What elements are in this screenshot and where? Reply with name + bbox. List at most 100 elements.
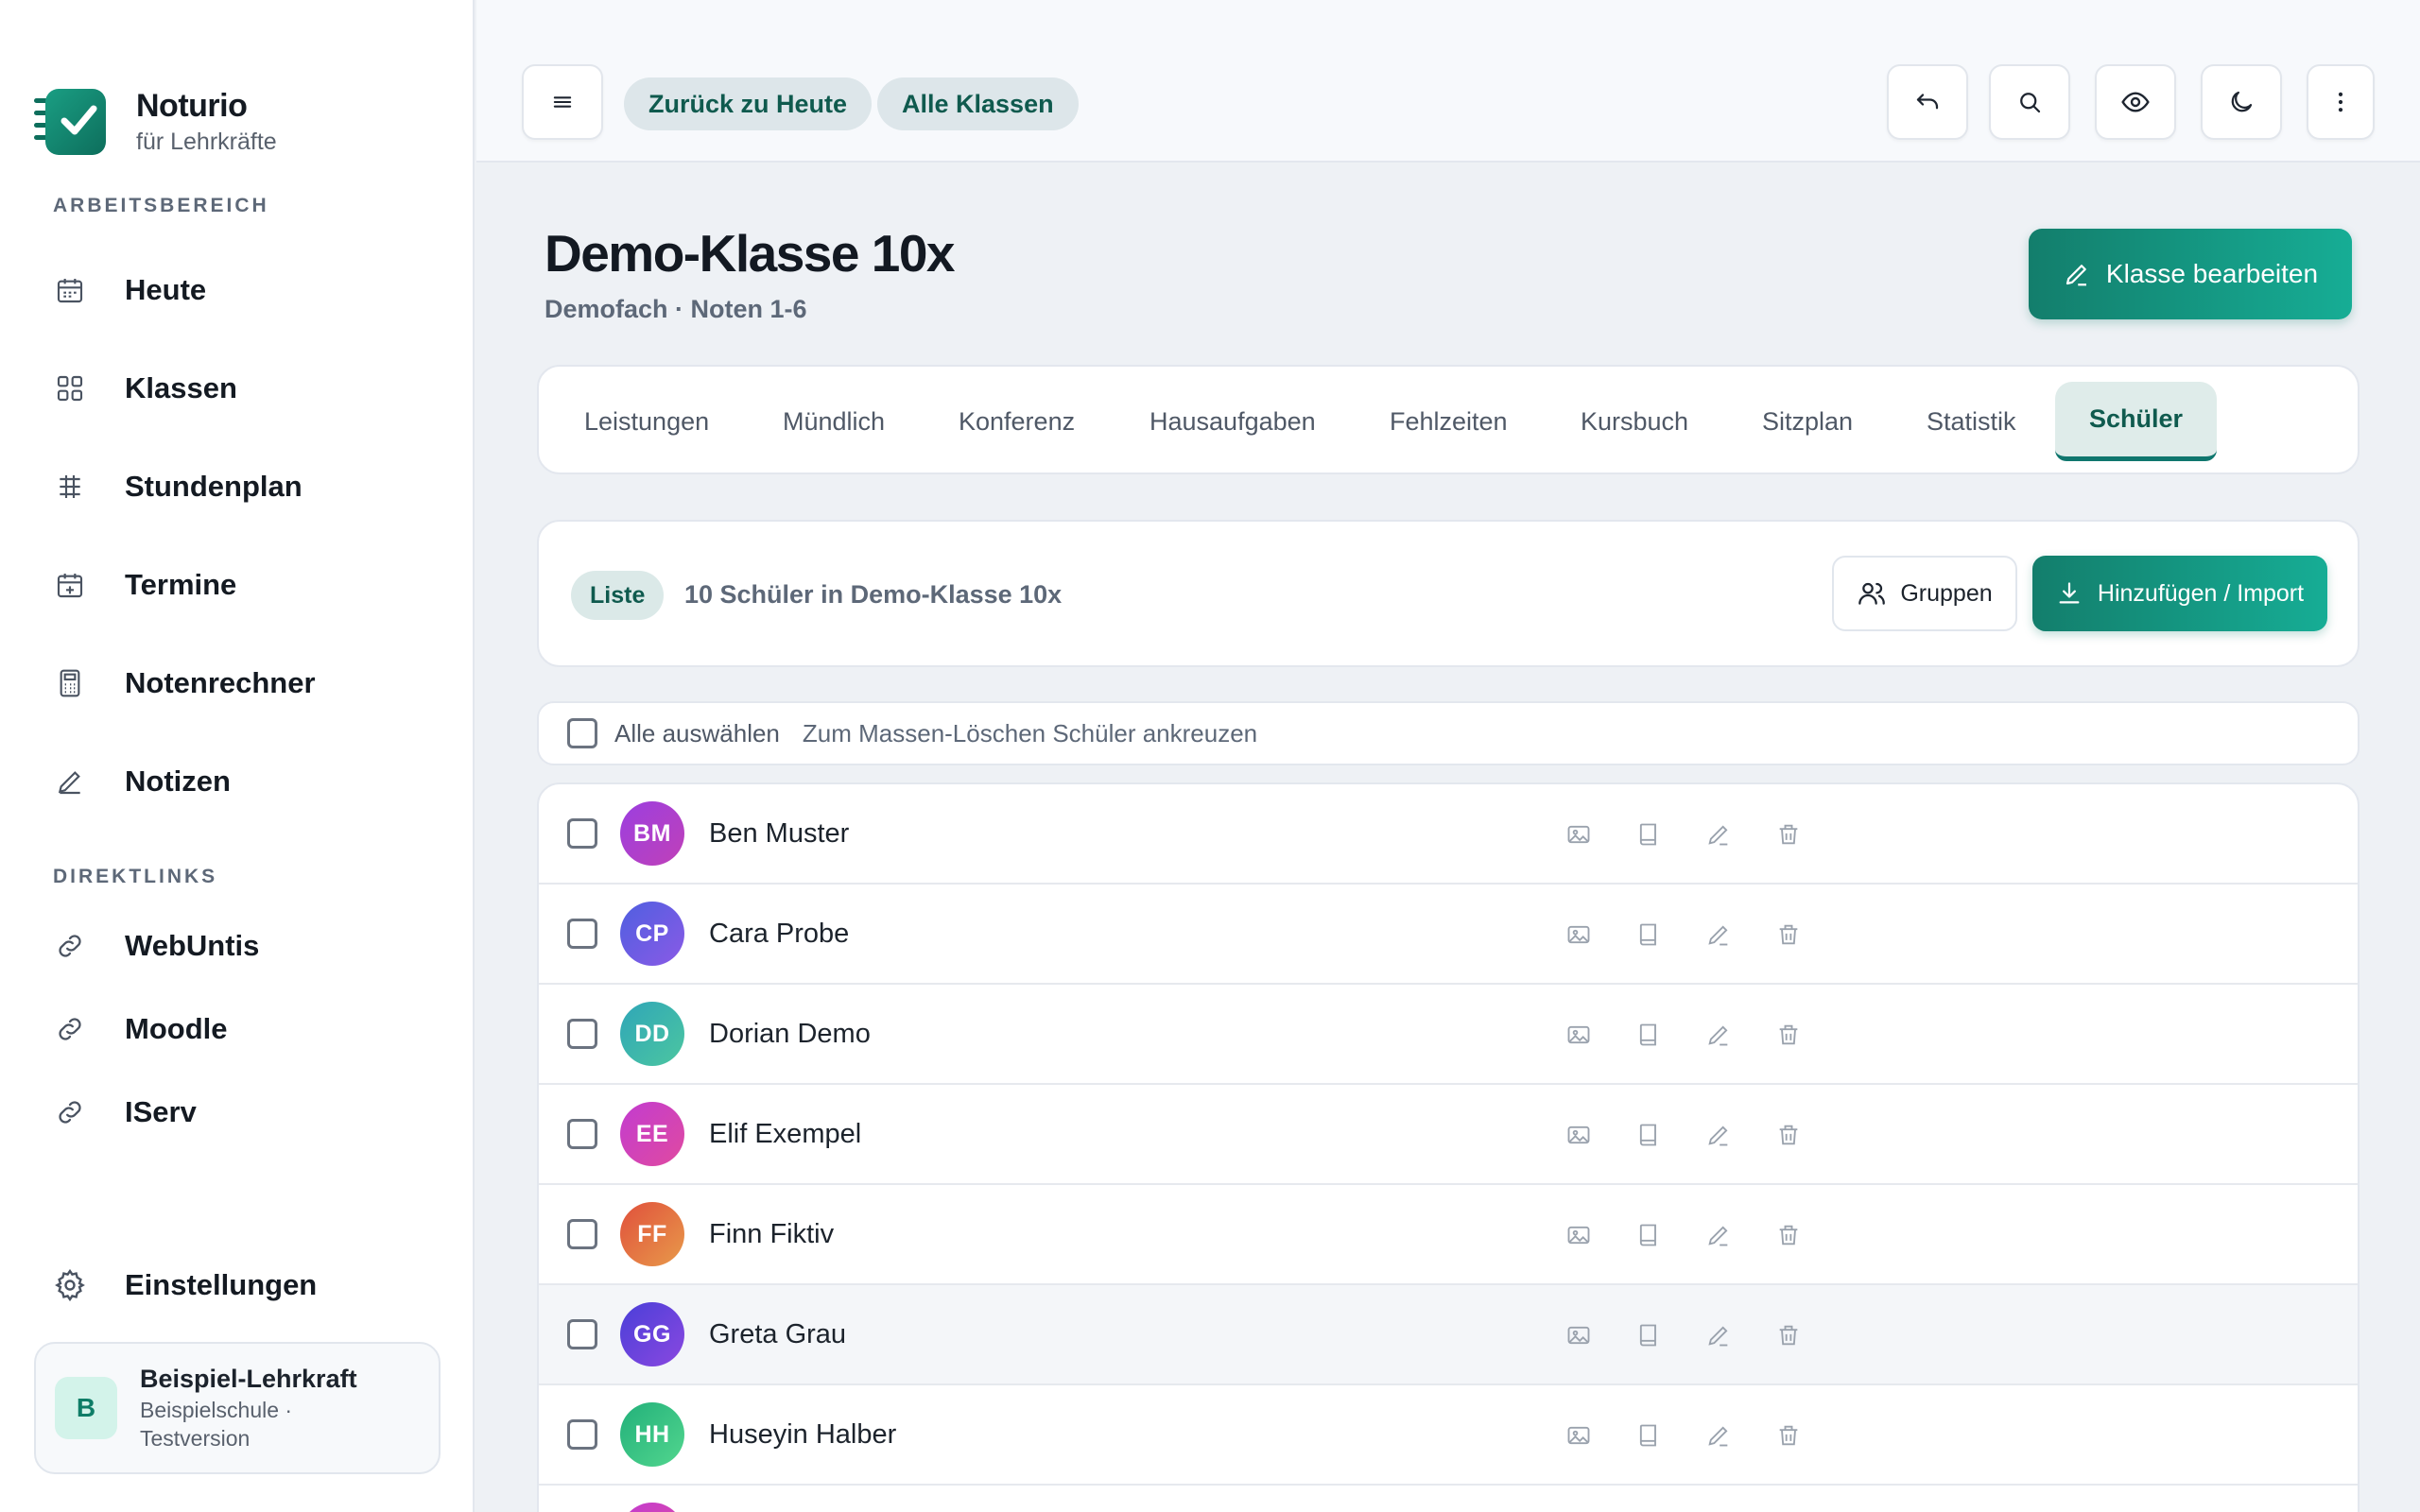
sidebar-item-heute[interactable]: Heute xyxy=(53,264,450,317)
pencil-icon xyxy=(53,765,87,799)
student-count: 10 Schüler in Demo-Klasse 10x xyxy=(684,580,1063,609)
sidebar-item-notenrechner[interactable]: Notenrechner xyxy=(53,657,450,710)
book-icon[interactable] xyxy=(1634,919,1664,950)
groups-button[interactable]: Gruppen xyxy=(1832,556,2017,631)
student-name[interactable]: Dorian Demo xyxy=(709,1019,871,1050)
sidebar-item-klassen[interactable]: Klassen xyxy=(53,362,450,415)
download-icon xyxy=(2056,580,2083,607)
edit-icon[interactable] xyxy=(1703,1420,1734,1451)
menu-button[interactable] xyxy=(522,64,603,140)
row-checkbox[interactable] xyxy=(567,1019,597,1049)
trash-icon[interactable] xyxy=(1773,1020,1804,1050)
sidebar-item-label: Einstellungen xyxy=(125,1268,318,1301)
view-badge[interactable]: Liste xyxy=(571,571,665,620)
edit-icon[interactable] xyxy=(1703,919,1734,950)
tab-hausaufgaben[interactable]: Hausaufgaben xyxy=(1150,382,1316,461)
sidebar-item-notizen[interactable]: Notizen xyxy=(53,755,450,808)
noturio-logo xyxy=(34,87,108,157)
photo-icon[interactable] xyxy=(1564,1320,1594,1350)
all-classes-button[interactable]: Alle Klassen xyxy=(877,77,1079,130)
table-row[interactable]: BM Ben Muster xyxy=(539,784,2358,885)
book-icon[interactable] xyxy=(1634,1020,1664,1050)
undo-button[interactable] xyxy=(1887,64,1968,140)
more-button[interactable] xyxy=(2307,64,2375,140)
book-icon[interactable] xyxy=(1634,1420,1664,1451)
tab-muendlich[interactable]: Mündlich xyxy=(783,382,885,461)
student-name[interactable]: Greta Grau xyxy=(709,1319,846,1350)
trash-icon[interactable] xyxy=(1773,1220,1804,1250)
row-checkbox[interactable] xyxy=(567,1119,597,1149)
preview-button[interactable] xyxy=(2095,64,2176,140)
photo-icon[interactable] xyxy=(1564,919,1594,950)
sidebar-link-moodle[interactable]: Moodle xyxy=(53,1003,450,1056)
select-all-label[interactable]: Alle auswählen xyxy=(614,719,780,748)
photo-icon[interactable] xyxy=(1564,1020,1594,1050)
row-checkbox[interactable] xyxy=(567,1419,597,1450)
edit-icon[interactable] xyxy=(1703,1320,1734,1350)
book-icon[interactable] xyxy=(1634,1220,1664,1250)
tab-konferenz[interactable]: Konferenz xyxy=(959,382,1075,461)
student-name[interactable]: Ben Muster xyxy=(709,818,849,850)
photo-icon[interactable] xyxy=(1564,1120,1594,1150)
avatar: CP xyxy=(620,902,684,966)
table-row[interactable] xyxy=(539,1486,2358,1512)
student-name[interactable]: Elif Exempel xyxy=(709,1119,861,1150)
table-row[interactable]: DD Dorian Demo xyxy=(539,985,2358,1085)
user-name: Beispiel-Lehrkraft xyxy=(140,1364,357,1393)
trash-icon[interactable] xyxy=(1773,1120,1804,1150)
trash-icon[interactable] xyxy=(1773,819,1804,850)
photo-icon[interactable] xyxy=(1564,819,1594,850)
table-row[interactable]: EE Elif Exempel xyxy=(539,1085,2358,1185)
row-checkbox[interactable] xyxy=(567,818,597,849)
trash-icon[interactable] xyxy=(1773,1320,1804,1350)
search-button[interactable] xyxy=(1989,64,2070,140)
edit-icon[interactable] xyxy=(1703,1220,1734,1250)
list-header: Liste 10 Schüler in Demo-Klasse 10x Grup… xyxy=(537,520,2360,667)
sidebar-link-iserv[interactable]: IServ xyxy=(53,1086,450,1139)
tab-kursbuch[interactable]: Kursbuch xyxy=(1581,382,1688,461)
trash-icon[interactable] xyxy=(1773,919,1804,950)
dark-mode-button[interactable] xyxy=(2201,64,2282,140)
edit-icon[interactable] xyxy=(1703,1120,1734,1150)
tab-sitzplan[interactable]: Sitzplan xyxy=(1762,382,1853,461)
back-to-today-button[interactable]: Zurück zu Heute xyxy=(624,77,873,130)
sidebar-item-stundenplan[interactable]: Stundenplan xyxy=(53,460,450,513)
menu-icon xyxy=(549,89,576,115)
table-row[interactable]: GG Greta Grau xyxy=(539,1285,2358,1385)
student-name[interactable]: Huseyin Halber xyxy=(709,1419,896,1451)
section-label-workspace: ARBEITSBEREICH xyxy=(53,195,269,216)
tab-fehlzeiten[interactable]: Fehlzeiten xyxy=(1390,382,1508,461)
tab-schueler[interactable]: Schüler xyxy=(2055,382,2218,461)
brand[interactable]: Noturio für Lehrkräfte xyxy=(34,87,277,157)
select-all-checkbox[interactable] xyxy=(567,718,597,748)
brand-subtitle: für Lehrkräfte xyxy=(136,129,277,155)
tab-leistungen[interactable]: Leistungen xyxy=(584,382,709,461)
sidebar-item-einstellungen[interactable]: Einstellungen xyxy=(53,1259,450,1312)
photo-icon[interactable] xyxy=(1564,1420,1594,1451)
avatar: DD xyxy=(620,1002,684,1066)
photo-icon[interactable] xyxy=(1564,1220,1594,1250)
book-icon[interactable] xyxy=(1634,819,1664,850)
student-name[interactable]: Cara Probe xyxy=(709,919,849,950)
edit-class-button[interactable]: Klasse bearbeiten xyxy=(2029,229,2352,319)
student-name[interactable]: Finn Fiktiv xyxy=(709,1219,834,1250)
edit-icon[interactable] xyxy=(1703,1020,1734,1050)
trash-icon[interactable] xyxy=(1773,1420,1804,1451)
more-vertical-icon xyxy=(2327,89,2354,115)
table-row[interactable]: FF Finn Fiktiv xyxy=(539,1185,2358,1285)
table-row[interactable]: HH Huseyin Halber xyxy=(539,1385,2358,1486)
row-checkbox[interactable] xyxy=(567,919,597,949)
sidebar-link-webuntis[interactable]: WebUntis xyxy=(53,919,450,972)
avatar: BM xyxy=(620,801,684,866)
edit-icon[interactable] xyxy=(1703,819,1734,850)
add-import-button[interactable]: Hinzufügen / Import xyxy=(2032,556,2327,631)
book-icon[interactable] xyxy=(1634,1320,1664,1350)
row-checkbox[interactable] xyxy=(567,1319,597,1349)
sidebar-item-termine[interactable]: Termine xyxy=(53,558,450,611)
row-checkbox[interactable] xyxy=(567,1219,597,1249)
page-subtitle: Demofach · Noten 1-6 xyxy=(544,295,807,323)
table-row[interactable]: CP Cara Probe xyxy=(539,885,2358,985)
user-card[interactable]: B Beispiel-Lehrkraft Beispielschule · Te… xyxy=(34,1342,441,1474)
book-icon[interactable] xyxy=(1634,1120,1664,1150)
tab-statistik[interactable]: Statistik xyxy=(1927,382,2016,461)
